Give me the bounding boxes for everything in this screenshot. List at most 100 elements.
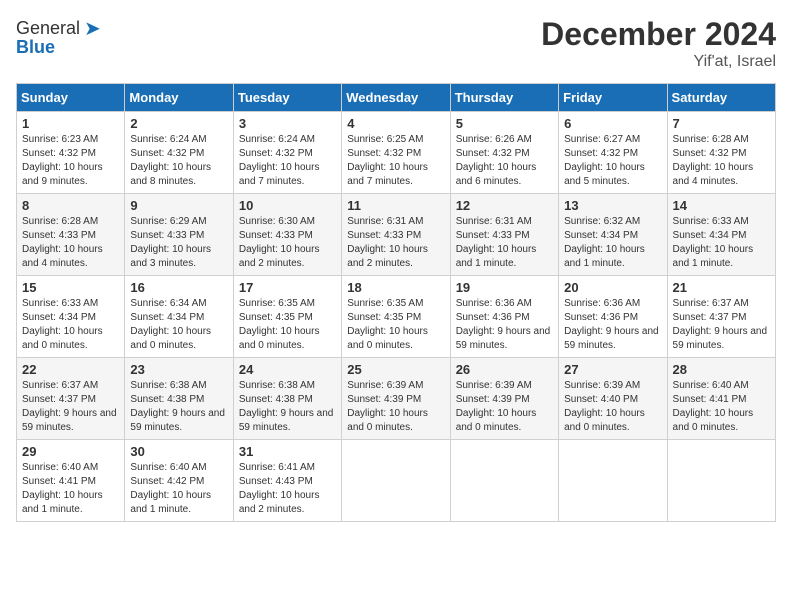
day-info: Sunrise: 6:28 AMSunset: 4:32 PMDaylight:… xyxy=(673,133,770,189)
header-saturday: Saturday xyxy=(667,84,775,112)
location: Yif'at, Israel xyxy=(541,53,776,71)
day-info: Sunrise: 6:27 AMSunset: 4:32 PMDaylight:… xyxy=(564,133,661,189)
table-row: 19Sunrise: 6:36 AMSunset: 4:36 PMDayligh… xyxy=(450,276,558,358)
page-header: General ➤ Blue December 2024 Yif'at, Isr… xyxy=(16,16,776,71)
table-row: 28 Sunrise: 6:40 AMSunset: 4:41 PMDayligh… xyxy=(667,358,775,440)
day-info: Sunrise: 6:38 AMSunset: 4:38 PMDaylight:… xyxy=(239,379,336,435)
table-row: 7Sunrise: 6:28 AMSunset: 4:32 PMDaylight… xyxy=(667,112,775,194)
day-number: 29 xyxy=(22,444,119,459)
day-number: 5 xyxy=(456,116,553,131)
day-info: Sunrise: 6:33 AMSunset: 4:34 PMDaylight:… xyxy=(673,215,770,271)
table-row: 12Sunrise: 6:31 AMSunset: 4:33 PMDayligh… xyxy=(450,194,558,276)
calendar-week-row: 8 Sunrise: 6:28 AMSunset: 4:33 PMDaylight… xyxy=(17,194,776,276)
day-info: Sunrise: 6:33 AMSunset: 4:34 PMDaylight:… xyxy=(22,297,119,353)
day-info: Sunrise: 6:24 AMSunset: 4:32 PMDaylight:… xyxy=(130,133,227,189)
day-number: 30 xyxy=(130,444,227,459)
day-number: 23 xyxy=(130,362,227,377)
day-info: Sunrise: 6:39 AMSunset: 4:39 PMDaylight:… xyxy=(347,379,444,435)
table-row xyxy=(342,440,450,522)
day-info: Sunrise: 6:23 AMSunset: 4:32 PMDaylight:… xyxy=(22,133,119,189)
day-number: 6 xyxy=(564,116,661,131)
table-row: 25 Sunrise: 6:39 AMSunset: 4:39 PMDayligh… xyxy=(342,358,450,440)
table-row xyxy=(450,440,558,522)
day-number: 1 xyxy=(22,116,119,131)
day-number: 8 xyxy=(22,198,119,213)
table-row: 10Sunrise: 6:30 AMSunset: 4:33 PMDayligh… xyxy=(233,194,341,276)
table-row: 17 Sunrise: 6:35 AMSunset: 4:35 PMDayligh… xyxy=(233,276,341,358)
table-row: 18Sunrise: 6:35 AMSunset: 4:35 PMDayligh… xyxy=(342,276,450,358)
day-number: 4 xyxy=(347,116,444,131)
table-row: 15 Sunrise: 6:33 AMSunset: 4:34 PMDayligh… xyxy=(17,276,125,358)
day-info: Sunrise: 6:26 AMSunset: 4:32 PMDaylight:… xyxy=(456,133,553,189)
title-block: December 2024 Yif'at, Israel xyxy=(541,16,776,71)
day-number: 10 xyxy=(239,198,336,213)
logo-bird-icon: ➤ xyxy=(84,16,101,41)
day-number: 31 xyxy=(239,444,336,459)
day-number: 2 xyxy=(130,116,227,131)
header-tuesday: Tuesday xyxy=(233,84,341,112)
day-info: Sunrise: 6:38 AMSunset: 4:38 PMDaylight:… xyxy=(130,379,227,435)
day-info: Sunrise: 6:36 AMSunset: 4:36 PMDaylight:… xyxy=(564,297,661,353)
day-info: Sunrise: 6:32 AMSunset: 4:34 PMDaylight:… xyxy=(564,215,661,271)
table-row: 9Sunrise: 6:29 AMSunset: 4:33 PMDaylight… xyxy=(125,194,233,276)
calendar-week-row: 29 Sunrise: 6:40 AMSunset: 4:41 PMDayligh… xyxy=(17,440,776,522)
logo: General ➤ Blue xyxy=(16,16,101,58)
day-info: Sunrise: 6:39 AMSunset: 4:39 PMDaylight:… xyxy=(456,379,553,435)
day-number: 11 xyxy=(347,198,444,213)
day-info: Sunrise: 6:39 AMSunset: 4:40 PMDaylight:… xyxy=(564,379,661,435)
day-info: Sunrise: 6:35 AMSunset: 4:35 PMDaylight:… xyxy=(239,297,336,353)
table-row: 2 Sunrise: 6:24 AMSunset: 4:32 PMDaylight… xyxy=(125,112,233,194)
day-info: Sunrise: 6:40 AMSunset: 4:41 PMDaylight:… xyxy=(22,461,119,517)
day-number: 13 xyxy=(564,198,661,213)
day-info: Sunrise: 6:31 AMSunset: 4:33 PMDaylight:… xyxy=(347,215,444,271)
day-info: Sunrise: 6:40 AMSunset: 4:41 PMDaylight:… xyxy=(673,379,770,435)
day-number: 17 xyxy=(239,280,336,295)
table-row xyxy=(559,440,667,522)
calendar-header-row: Sunday Monday Tuesday Wednesday Thursday… xyxy=(17,84,776,112)
table-row: 29 Sunrise: 6:40 AMSunset: 4:41 PMDayligh… xyxy=(17,440,125,522)
day-number: 14 xyxy=(673,198,770,213)
day-number: 9 xyxy=(130,198,227,213)
table-row: 11 Sunrise: 6:31 AMSunset: 4:33 PMDayligh… xyxy=(342,194,450,276)
day-number: 16 xyxy=(130,280,227,295)
table-row: 26Sunrise: 6:39 AMSunset: 4:39 PMDayligh… xyxy=(450,358,558,440)
day-number: 25 xyxy=(347,362,444,377)
table-row: 6 Sunrise: 6:27 AMSunset: 4:32 PMDaylight… xyxy=(559,112,667,194)
month-title: December 2024 xyxy=(541,16,776,53)
logo-general-text: General xyxy=(16,18,80,39)
day-info: Sunrise: 6:36 AMSunset: 4:36 PMDaylight:… xyxy=(456,297,553,353)
header-sunday: Sunday xyxy=(17,84,125,112)
day-info: Sunrise: 6:40 AMSunset: 4:42 PMDaylight:… xyxy=(130,461,227,517)
day-info: Sunrise: 6:31 AMSunset: 4:33 PMDaylight:… xyxy=(456,215,553,271)
day-number: 20 xyxy=(564,280,661,295)
day-info: Sunrise: 6:37 AMSunset: 4:37 PMDaylight:… xyxy=(673,297,770,353)
table-row: 20 Sunrise: 6:36 AMSunset: 4:36 PMDayligh… xyxy=(559,276,667,358)
day-number: 21 xyxy=(673,280,770,295)
header-friday: Friday xyxy=(559,84,667,112)
day-info: Sunrise: 6:24 AMSunset: 4:32 PMDaylight:… xyxy=(239,133,336,189)
day-number: 28 xyxy=(673,362,770,377)
table-row: 30 Sunrise: 6:40 AMSunset: 4:42 PMDayligh… xyxy=(125,440,233,522)
day-number: 18 xyxy=(347,280,444,295)
day-number: 22 xyxy=(22,362,119,377)
day-info: Sunrise: 6:28 AMSunset: 4:33 PMDaylight:… xyxy=(22,215,119,271)
table-row: 27Sunrise: 6:39 AMSunset: 4:40 PMDayligh… xyxy=(559,358,667,440)
header-wednesday: Wednesday xyxy=(342,84,450,112)
table-row: 1 Sunrise: 6:23 AMSunset: 4:32 PMDaylight… xyxy=(17,112,125,194)
table-row: 8 Sunrise: 6:28 AMSunset: 4:33 PMDaylight… xyxy=(17,194,125,276)
day-number: 3 xyxy=(239,116,336,131)
calendar-week-row: 1 Sunrise: 6:23 AMSunset: 4:32 PMDaylight… xyxy=(17,112,776,194)
calendar-week-row: 22Sunrise: 6:37 AMSunset: 4:37 PMDayligh… xyxy=(17,358,776,440)
logo-blue-text: Blue xyxy=(16,37,55,58)
table-row: 23 Sunrise: 6:38 AMSunset: 4:38 PMDayligh… xyxy=(125,358,233,440)
header-thursday: Thursday xyxy=(450,84,558,112)
table-row: 21 Sunrise: 6:37 AMSunset: 4:37 PMDayligh… xyxy=(667,276,775,358)
table-row: 14 Sunrise: 6:33 AMSunset: 4:34 PMDayligh… xyxy=(667,194,775,276)
table-row: 22Sunrise: 6:37 AMSunset: 4:37 PMDayligh… xyxy=(17,358,125,440)
calendar-table: Sunday Monday Tuesday Wednesday Thursday… xyxy=(16,83,776,522)
day-number: 24 xyxy=(239,362,336,377)
table-row: 16Sunrise: 6:34 AMSunset: 4:34 PMDayligh… xyxy=(125,276,233,358)
table-row: 5 Sunrise: 6:26 AMSunset: 4:32 PMDaylight… xyxy=(450,112,558,194)
table-row: 4Sunrise: 6:25 AMSunset: 4:32 PMDaylight… xyxy=(342,112,450,194)
day-number: 15 xyxy=(22,280,119,295)
